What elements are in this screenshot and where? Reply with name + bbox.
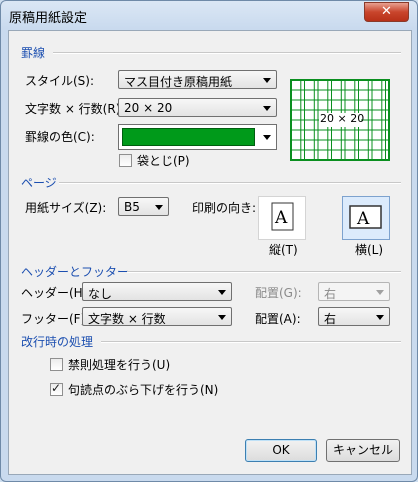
landscape-label[interactable]: 横(L): [355, 241, 383, 258]
section-title-page: ページ: [21, 176, 57, 190]
section-title-line-break: 改行時の処理: [21, 335, 94, 349]
svg-text:A: A: [274, 208, 288, 228]
landscape-page-icon: A: [349, 205, 382, 229]
paper-size-select[interactable]: B5: [118, 197, 169, 216]
chars-lines-select[interactable]: 20 × 20: [118, 98, 277, 117]
fold-label: 袋とじ(P): [137, 154, 190, 168]
footer-position-select[interactable]: 右: [318, 307, 390, 326]
fold-checkbox[interactable]: [119, 154, 132, 167]
dialog-window: 原稿用紙設定 ✕ 罫線 スタイル(S): マス目付き原稿用紙 文字数 × 行数(…: [0, 0, 418, 482]
manuscript-preview: 20 × 20: [290, 79, 390, 161]
close-icon: ✕: [381, 4, 392, 19]
style-label: スタイル(S):: [25, 74, 95, 88]
ok-button[interactable]: OK: [245, 439, 317, 462]
chevron-down-icon: [155, 205, 163, 210]
style-select[interactable]: マス目付き原稿用紙: [118, 70, 277, 89]
header-select-value: なし: [88, 287, 113, 301]
paper-size-label: 用紙サイズ(Z):: [25, 201, 107, 215]
footer-label: フッター(F):: [21, 312, 90, 326]
preview-text: 20 × 20: [320, 112, 365, 125]
line-color-select[interactable]: [118, 124, 277, 150]
line-color-label: 罫線の色(C):: [25, 130, 95, 144]
header-label: ヘッダー(H):: [21, 286, 92, 300]
footer-position-label: 配置(A):: [255, 312, 301, 326]
landscape-option[interactable]: A: [342, 196, 390, 240]
divider: [53, 52, 401, 54]
chevron-down-icon: [263, 135, 271, 140]
punctuation-label: 句読点のぶら下げを行う(N): [68, 383, 219, 397]
paper-size-select-value: B5: [124, 200, 140, 214]
dialog-body: 罫線 スタイル(S): マス目付き原稿用紙 文字数 × 行数(R): 20 × …: [8, 30, 412, 475]
chars-lines-select-value: 20 × 20: [124, 101, 173, 115]
divider: [101, 341, 401, 343]
chevron-down-icon: [218, 315, 226, 320]
footer-position-select-value: 右: [324, 312, 337, 326]
style-select-value: マス目付き原稿用紙: [124, 75, 233, 89]
color-swatch: [122, 128, 255, 146]
header-position-label: 配置(G):: [255, 286, 302, 300]
portrait-page-icon: A: [271, 202, 294, 231]
header-position-select: 右: [318, 282, 390, 301]
header-position-select-value: 右: [324, 287, 337, 301]
chevron-down-icon: [263, 106, 271, 111]
title-bar[interactable]: 原稿用紙設定 ✕: [1, 1, 417, 29]
divider: [127, 271, 401, 273]
portrait-option[interactable]: A: [258, 196, 306, 240]
portrait-label[interactable]: 縦(T): [269, 241, 298, 258]
footer-select-value: 文字数 × 行数: [88, 312, 166, 326]
cancel-button[interactable]: キャンセル: [326, 439, 400, 462]
chevron-down-icon: [376, 315, 384, 320]
chevron-down-icon: [263, 78, 271, 83]
orientation-label: 印刷の向き:: [192, 201, 257, 215]
section-title-header-footer: ヘッダーとフッター: [21, 265, 130, 279]
chevron-down-icon: [218, 290, 226, 295]
window-title: 原稿用紙設定: [9, 11, 88, 26]
close-button[interactable]: ✕: [364, 2, 409, 22]
kinsoku-checkbox[interactable]: [50, 358, 63, 371]
section-title-ruled-lines: 罫線: [21, 46, 46, 60]
chars-lines-label: 文字数 × 行数(R):: [25, 102, 125, 116]
punctuation-checkbox[interactable]: [50, 381, 63, 396]
chevron-down-icon: [376, 290, 384, 295]
divider: [59, 182, 401, 184]
header-select[interactable]: なし: [82, 282, 232, 301]
footer-select[interactable]: 文字数 × 行数: [82, 307, 232, 326]
kinsoku-label: 禁則処理を行う(U): [68, 358, 171, 372]
svg-text:A: A: [356, 209, 370, 229]
